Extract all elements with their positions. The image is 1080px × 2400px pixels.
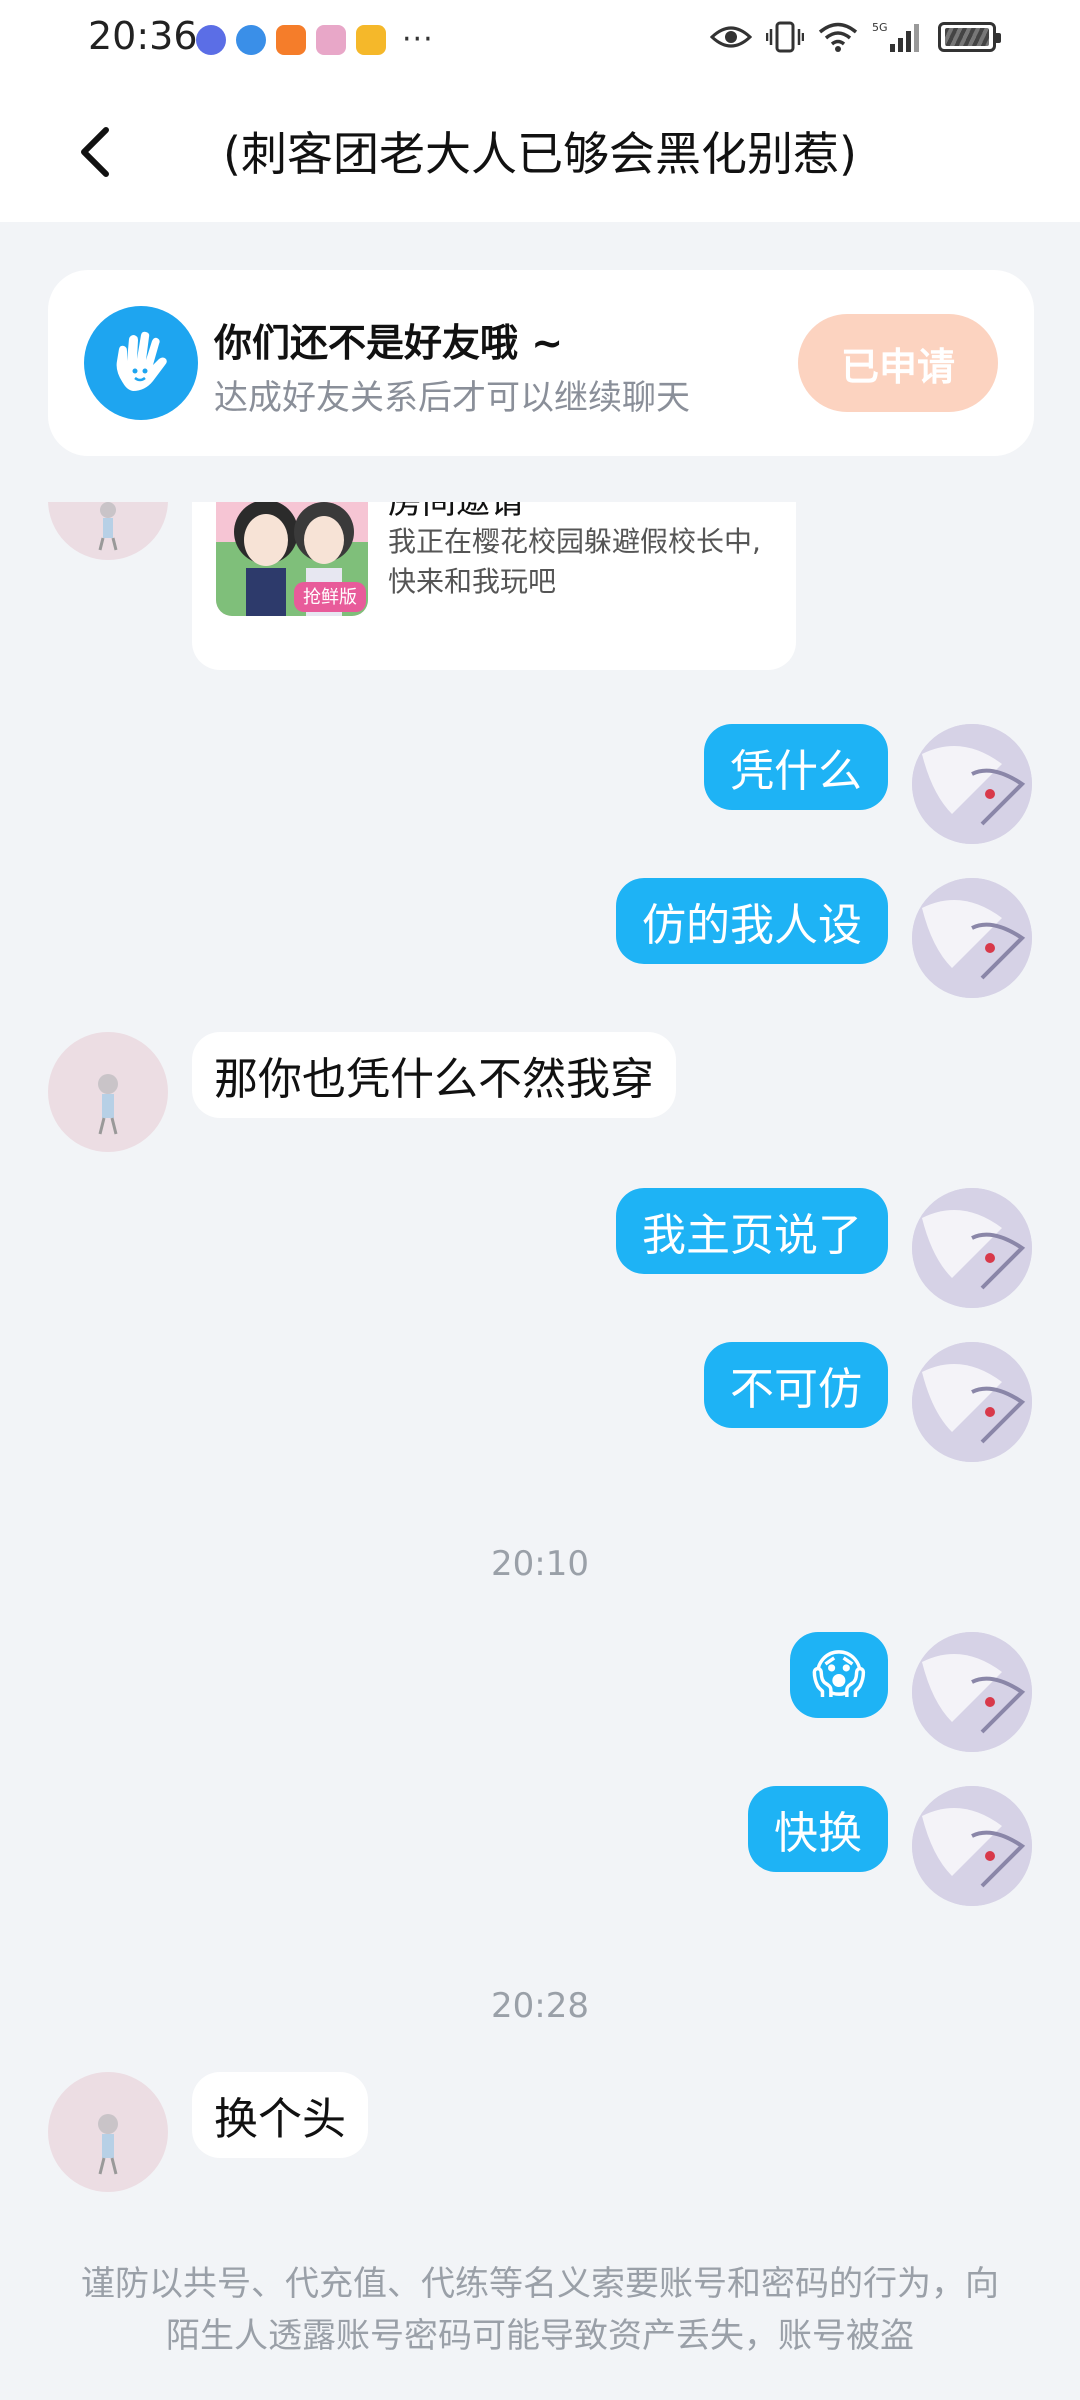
message-list[interactable]: 抢鲜版 房间邀请 我正在樱花校园躲避假校长中, 快来和我玩吧 凭什么 仿的我人设 [0, 502, 1080, 2222]
chat-header: (刺客团老大人已够会黑化别惹) [0, 80, 1080, 222]
friend-status-card: 你们还不是好友哦 ~ 达成好友关系后才可以继续聊天 已申请 [48, 270, 1034, 456]
status-bar: 20:36 ··· 5G [0, 0, 1080, 80]
status-indicators: 5G [710, 20, 1001, 54]
self-avatar[interactable] [912, 1342, 1032, 1462]
browser-app-icon [236, 24, 266, 55]
self-avatar[interactable] [912, 724, 1032, 844]
vibrate-icon [766, 21, 804, 53]
chevron-left-icon [81, 127, 109, 177]
friend-status-title: 你们还不是好友哦 ~ [214, 321, 564, 365]
self-avatar[interactable] [912, 1188, 1032, 1308]
friend-status-subtitle: 达成好友关系后才可以继续聊天 [214, 378, 690, 418]
contact-avatar[interactable] [48, 1032, 168, 1152]
invite-title: 房间邀请 [388, 502, 524, 522]
battery-icon [938, 22, 1001, 52]
status-app-icons: ··· [196, 22, 434, 57]
message-bubble-outgoing[interactable]: 快换 [748, 1786, 888, 1872]
back-button[interactable] [66, 116, 130, 188]
message-bubble-incoming[interactable]: 换个头 [192, 2072, 368, 2158]
applied-button[interactable]: 已申请 [798, 314, 998, 412]
message-bubble-incoming[interactable]: 那你也凭什么不然我穿 [192, 1032, 676, 1118]
wave-hand-icon [84, 306, 198, 420]
message-bubble-outgoing[interactable]: 我主页说了 [616, 1188, 888, 1274]
status-time: 20:36 [88, 14, 198, 58]
wifi-icon [818, 22, 858, 52]
self-avatar[interactable] [912, 1786, 1032, 1906]
notes-app-icon [356, 24, 386, 55]
invite-thumb-badge: 抢鲜版 [303, 587, 357, 608]
invite-description: 我正在樱花校园躲避假校长中, 快来和我玩吧 [388, 525, 761, 598]
safety-notice: 谨防以共号、代充值、代练等名义索要账号和密码的行为，向陌生人透露账号密码可能导致… [81, 2264, 999, 2356]
room-invite-card[interactable]: 抢鲜版 房间邀请 我正在樱花校园躲避假校长中, 快来和我玩吧 [192, 502, 796, 670]
chat-title: (刺客团老大人已够会黑化别惹) [223, 127, 857, 181]
eye-icon [710, 26, 752, 48]
video-app-icon [276, 24, 306, 55]
game-app-icon [316, 24, 346, 55]
message-bubble-outgoing[interactable]: 不可仿 [704, 1342, 888, 1428]
message-bubble-outgoing[interactable]: 仿的我人设 [616, 878, 888, 964]
message-bubble-outgoing[interactable]: 凭什么 [704, 724, 888, 810]
contact-avatar[interactable] [48, 2072, 168, 2192]
message-timestamp: 20:10 [491, 1544, 589, 1584]
message-bubble-outgoing-emoji[interactable]: 😱 [789, 1632, 888, 1718]
cellular-signal-icon: 5G [872, 21, 919, 52]
network-type-label: 5G [872, 21, 888, 34]
self-avatar[interactable] [912, 1632, 1032, 1752]
self-avatar[interactable] [912, 878, 1032, 998]
contact-avatar[interactable] [48, 502, 168, 560]
message-timestamp: 20:28 [491, 1986, 589, 2026]
invite-game-thumbnail: 抢鲜版 [216, 502, 368, 616]
music-app-icon [196, 24, 226, 55]
more-notifications-icon: ··· [402, 22, 434, 57]
